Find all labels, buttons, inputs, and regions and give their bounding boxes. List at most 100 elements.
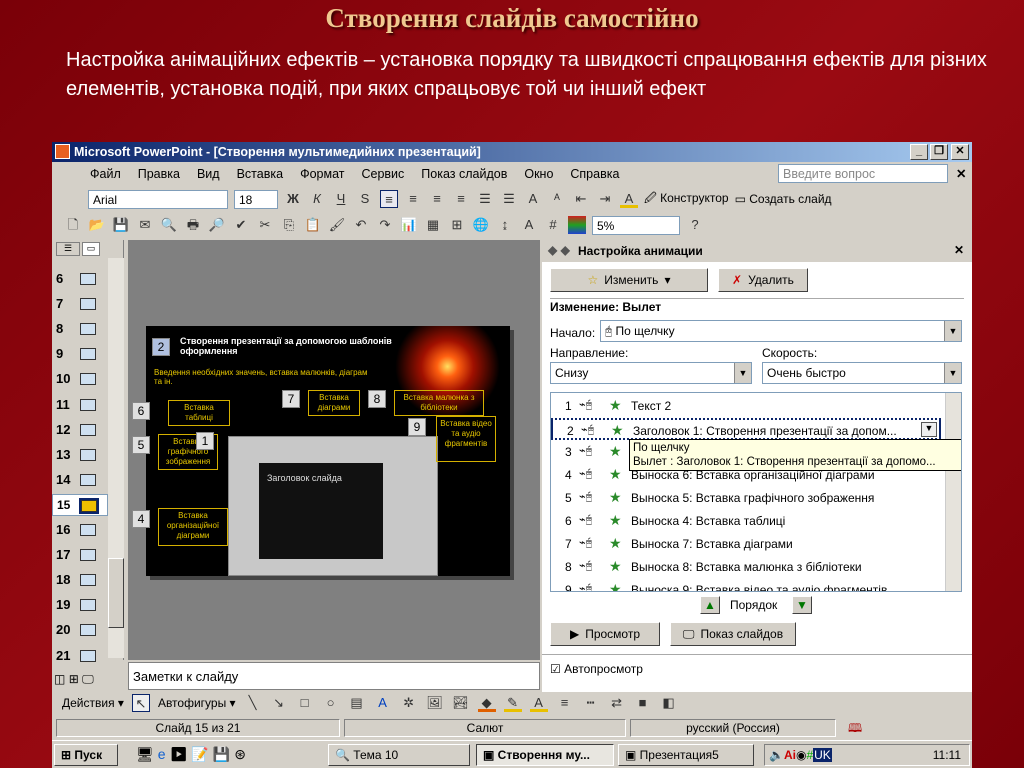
menu-help[interactable]: Справка	[570, 167, 619, 181]
underline-icon[interactable]: Ч	[332, 190, 350, 208]
align-right-icon[interactable]: ≡	[428, 190, 446, 208]
table-icon[interactable]: ▦	[424, 216, 442, 234]
designer-button[interactable]: 🖉 Конструктор	[644, 189, 729, 210]
slide-thumbnail[interactable]: 15	[52, 493, 108, 516]
decrease-font-icon[interactable]: ᴬ	[548, 190, 566, 208]
italic-icon[interactable]: К	[308, 190, 326, 208]
notes-input[interactable]: Заметки к слайду	[128, 662, 540, 690]
back-forward-icon[interactable]: ◆ ◆	[548, 243, 570, 257]
slides-scrollbar[interactable]	[108, 258, 124, 658]
menu-slideshow[interactable]: Показ слайдов	[421, 167, 507, 181]
animation-list-item[interactable]: 9 ⌁🖰 ★ Выноска 9: Вставка відео та аудіо фр…	[551, 579, 941, 591]
increase-font-icon[interactable]: A	[524, 190, 542, 208]
direction-select[interactable]: Снизу ▼	[550, 362, 752, 384]
spelling-icon[interactable]: ✔	[232, 216, 250, 234]
actions-menu[interactable]: Действия ▾	[62, 696, 124, 710]
bullets-icon[interactable]: ☰	[500, 190, 518, 208]
paste-icon[interactable]: 📋	[304, 216, 322, 234]
animation-list-item[interactable]: 7 ⌁🖰 ★ Выноска 7: Вставка діаграми	[551, 533, 941, 555]
save-icon[interactable]: 💾	[112, 216, 130, 234]
animation-list-item[interactable]: 6 ⌁🖰 ★ Выноска 4: Вставка таблиці	[551, 510, 941, 532]
increase-indent-icon[interactable]: ⇥	[596, 190, 614, 208]
line-color-icon[interactable]: ✎	[503, 694, 522, 712]
slideshow-button[interactable]: 🖵 Показ слайдов	[670, 622, 796, 646]
animation-list-item[interactable]: 2 ⌁🖰 ★ Заголовок 1: Створення презентації з…	[551, 418, 941, 440]
autopreview-checkbox[interactable]: ☑ Автопросмотр	[550, 662, 643, 676]
align-center-icon[interactable]: ≡	[404, 190, 422, 208]
preview-button[interactable]: ▶ Просмотр	[550, 622, 660, 646]
dropdown-arrow-icon[interactable]: ▼	[944, 363, 961, 383]
slide-thumbnail[interactable]: 8	[52, 318, 108, 340]
picture-icon[interactable]: 🏞	[452, 694, 470, 712]
move-down-button[interactable]: ▼	[792, 596, 812, 614]
tables-borders-icon[interactable]: ⊞	[448, 216, 466, 234]
dropdown-arrow-icon[interactable]: ▼	[944, 321, 961, 341]
arrow-style-icon[interactable]: ⇄	[608, 694, 626, 712]
slide-thumbnail[interactable]: 10	[52, 368, 108, 390]
slide-thumbnail[interactable]: 9	[52, 343, 108, 365]
clipart-icon[interactable]: 🖼	[426, 694, 444, 712]
normal-view-icon[interactable]: ◫	[54, 672, 65, 686]
slide-thumbnail[interactable]: 21	[52, 645, 108, 667]
new-icon[interactable]: 🗋	[64, 216, 82, 234]
decrease-indent-icon[interactable]: ⇤	[572, 190, 590, 208]
line-icon[interactable]: ╲	[244, 694, 262, 712]
font-name-select[interactable]: Arial	[88, 189, 228, 209]
shadow-style-icon[interactable]: ■	[634, 694, 652, 712]
task-active-presentation[interactable]: ▣ Створення му...	[476, 744, 614, 766]
arrow-icon[interactable]: ↘	[270, 694, 288, 712]
autoshapes-menu[interactable]: Автофигуры ▾	[158, 696, 236, 710]
formatting-icon[interactable]: A	[520, 216, 538, 234]
font-color-icon[interactable]: A	[620, 190, 638, 208]
restore-button[interactable]: ❐	[930, 144, 948, 160]
menu-view[interactable]: Вид	[197, 167, 220, 181]
format-painter-icon[interactable]: 🖌	[328, 216, 346, 234]
network-icon[interactable]: ◉	[796, 748, 806, 762]
copy-icon[interactable]: ⎘	[280, 216, 298, 234]
outline-tab[interactable]: ☰	[56, 242, 80, 256]
zoom-select[interactable]: 5%	[592, 215, 680, 235]
undo-icon[interactable]: ↶	[352, 216, 370, 234]
chart-icon[interactable]: 📊	[400, 216, 418, 234]
ie-icon[interactable]: e	[158, 746, 170, 762]
dropdown-arrow-icon[interactable]: ▼	[734, 363, 751, 383]
new-slide-button[interactable]: ▭ Создать слайд	[735, 192, 832, 206]
email-icon[interactable]: ✉	[136, 216, 154, 234]
slide-editing-area[interactable]: 2 Створення презентації за допомогою шаб…	[128, 240, 540, 660]
line-style-icon[interactable]: ≡	[556, 694, 574, 712]
print-preview-icon[interactable]: 🔎	[208, 216, 226, 234]
dash-style-icon[interactable]: ┅	[582, 694, 600, 712]
3d-style-icon[interactable]: ◧	[660, 694, 678, 712]
desktop-icon[interactable]: 🖥	[136, 746, 158, 762]
expand-icon[interactable]: ↨	[496, 216, 514, 234]
help-search-input[interactable]: Введите вопрос	[778, 164, 948, 183]
sorter-view-icon[interactable]: ⊞	[69, 672, 79, 686]
close-doc-icon[interactable]: ✕	[956, 166, 966, 181]
font-size-select[interactable]: 18	[234, 189, 278, 209]
language-indicator[interactable]: UK	[813, 748, 832, 762]
start-select[interactable]: 🖰 По щелчку ▼	[600, 320, 962, 342]
open-icon[interactable]: 📂	[88, 216, 106, 234]
diagram-icon[interactable]: ✲	[400, 694, 418, 712]
animation-list-item[interactable]: 1 ⌁🖰 ★ Текст 2	[551, 395, 941, 417]
speed-select[interactable]: Очень быстро ▼	[762, 362, 962, 384]
volume-icon[interactable]: 🔈	[769, 748, 784, 762]
move-up-button[interactable]: ▲	[700, 596, 720, 614]
animation-list-item[interactable]: 5 ⌁🖰 ★ Выноска 5: Вставка графічного зображ…	[551, 487, 941, 509]
current-slide[interactable]: 2 Створення презентації за допомогою шаб…	[132, 326, 510, 576]
start-button[interactable]: ⊞ Пуск	[54, 744, 118, 766]
grid-icon[interactable]: #	[544, 216, 562, 234]
oval-icon[interactable]: ○	[322, 694, 340, 712]
search-icon[interactable]: 🔍	[160, 216, 178, 234]
slide-thumbnail[interactable]: 20	[52, 619, 108, 641]
list-scrollbar[interactable]	[945, 393, 961, 591]
select-pointer-icon[interactable]: ↖	[131, 694, 150, 712]
menu-edit[interactable]: Правка	[138, 167, 180, 181]
menu-tools[interactable]: Сервис	[361, 167, 404, 181]
textbox-icon[interactable]: ▤	[348, 694, 366, 712]
slide-thumbnail[interactable]: 14	[52, 469, 108, 491]
menu-window[interactable]: Окно	[524, 167, 553, 181]
font-color-icon[interactable]: A	[529, 694, 548, 712]
delete-button[interactable]: ✗ Удалить	[718, 268, 808, 292]
hyperlink-icon[interactable]: 🌐	[472, 216, 490, 234]
